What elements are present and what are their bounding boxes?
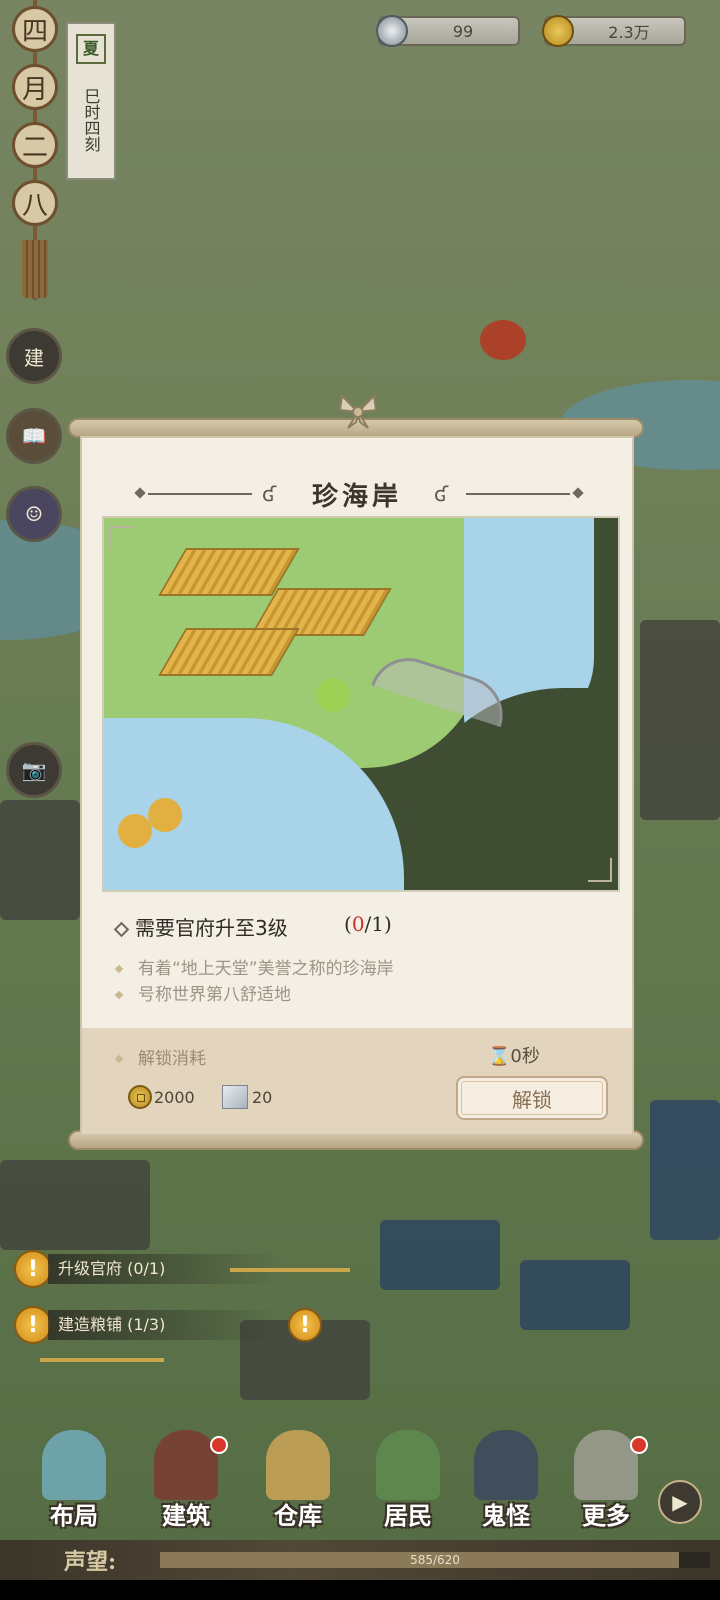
camera-button[interactable]: 📷 [6,742,62,798]
silver-counter[interactable]: 99 [376,15,520,47]
nav-residents[interactable]: 居民 [358,1410,458,1540]
calendar-bead: 四 [12,6,58,52]
ginkgo-tree [118,814,152,848]
reputation-value: 585/620 [410,1553,460,1567]
requirement-line: 需要官府升至3级 (0/1) [113,912,392,941]
chevron-right-icon: ▶ [672,1490,688,1514]
calendar-bead: 八 [12,180,58,226]
building-icon [154,1430,218,1500]
more-icon [574,1430,638,1500]
quest-progress-bar [230,1268,350,1272]
unlock-area-dialog: ʛ 珍海岸 ʛ 需要官府升至3级 (0/1) 有着“地上天堂”美誉之称的珍海岸 … [80,436,634,1136]
build-sign-icon: 建 [24,345,44,370]
count-open: ( [344,912,352,936]
season-tag: 夏 巳时四刻 [66,22,116,180]
reputation-bar: 声望: 585/620 [0,1540,720,1580]
reputation-label: 声望: [64,1549,117,1575]
reputation-track: 585/620 [160,1552,710,1568]
stone-cost-value: 20 [252,1087,273,1107]
nav-label: 布局 [50,1501,98,1530]
nav-warehouse[interactable]: 仓库 [248,1410,348,1540]
quest-label: 建造粮铺 (1/3) [48,1310,278,1340]
requirement-count: (0/1) [344,912,392,936]
hat-character-icon: ☺ [25,502,43,526]
bottom-nav: 布局 建筑 仓库 居民 鬼怪 更多 [0,1410,720,1540]
corner-ornament [588,858,612,882]
nav-label: 仓库 [274,1501,322,1530]
stone-cost: 20 [222,1084,272,1110]
hourglass-icon: ⌛ [488,1046,511,1067]
description-line: 有着“地上天堂”美誉之称的珍海岸 [114,954,394,979]
bullet-icon [113,921,130,938]
count-current: 0 [351,912,365,936]
camera-icon: 📷 [21,758,47,782]
book-button[interactable]: 📖 [6,408,62,464]
exclamation-icon: ! [288,1308,322,1342]
area-preview-image [102,516,620,892]
swirl-icon: ʛ [434,482,449,506]
title-line-right [466,493,570,495]
nav-layout[interactable]: 布局 [24,1410,124,1540]
willow-tree [316,678,350,712]
season-label: 夏 [76,34,106,64]
exclamation-icon: ! [14,1306,52,1344]
map-quest-marker[interactable]: ! [288,1306,322,1344]
cost-label-text: 解锁消耗 [138,1049,206,1069]
build-sign-button[interactable]: 建 [6,328,62,384]
cost-label: 解锁消耗 [114,1044,206,1069]
quest-build-grain-shop[interactable]: ! 建造粮铺 (1/3) [14,1306,278,1344]
ghost-icon [474,1430,538,1500]
description-text: 号称世界第八舒适地 [138,985,291,1005]
system-bar [0,1580,720,1600]
coin-cost-value: 2000 [154,1087,195,1107]
layout-icon [42,1430,106,1500]
copper-coin-icon [542,15,574,47]
calendar-string[interactable]: 四 月 二 八 [8,0,62,300]
copper-value: 2.3万 [608,23,650,42]
unlock-time: ⌛0秒 [488,1042,540,1068]
book-icon: 📖 [21,424,47,448]
stone-block-icon [222,1085,248,1109]
calendar-tassel [22,240,48,298]
nav-label: 居民 [384,1501,432,1530]
silver-value: 99 [452,21,474,41]
corner-ornament [110,526,134,550]
character-button[interactable]: ☺ [6,486,62,542]
ginkgo-tree [148,798,182,832]
requirement-text: 需要官府升至3级 [135,916,288,940]
description-line: 号称世界第八舒适地 [114,980,291,1005]
warehouse-icon [266,1430,330,1500]
count-total: /1) [364,912,392,936]
ribbon-knot-icon [338,393,378,429]
unlock-cost-panel: 解锁消耗 ⌛0秒 2000 20 解锁 [82,1028,632,1134]
nav-build[interactable]: 建筑 [136,1410,236,1540]
exclamation-icon: ! [14,1250,52,1288]
calendar-bead: 月 [12,64,58,110]
description-text: 有着“地上天堂”美誉之称的珍海岸 [138,959,394,979]
notification-dot [210,1436,228,1454]
coin-cost: 2000 [128,1084,195,1110]
title-row: ʛ 珍海岸 ʛ [82,474,632,514]
nav-label: 建筑 [162,1501,210,1530]
next-arrow-button[interactable]: ▶ [658,1480,702,1524]
nav-more[interactable]: 更多 [556,1410,656,1540]
silver-ingot-icon [376,15,408,47]
quest-progress-bar [40,1358,164,1362]
copper-coin-icon [128,1085,152,1109]
nav-label: 更多 [582,1501,630,1530]
unlock-button[interactable]: 解锁 [456,1076,608,1120]
nav-label: 鬼怪 [482,1501,530,1530]
nav-ghosts[interactable]: 鬼怪 [456,1410,556,1540]
time-label: 巳时四刻 [81,88,101,152]
copper-counter[interactable]: 2.3万 [542,15,686,47]
notification-dot [630,1436,648,1454]
resident-icon [376,1430,440,1500]
unlock-time-value: 0秒 [510,1046,540,1067]
calendar-bead: 二 [12,122,58,168]
